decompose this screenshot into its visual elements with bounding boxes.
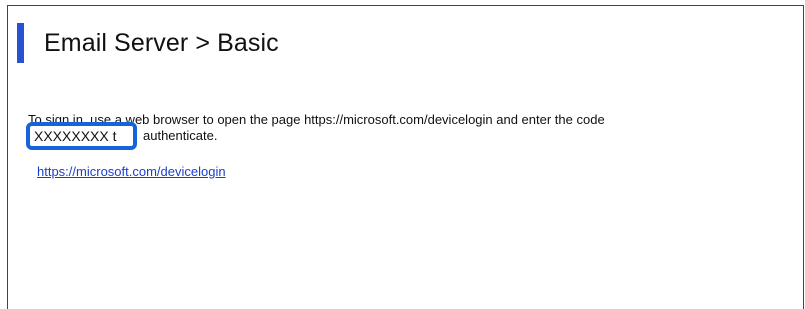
instructions-line-2: authenticate. xyxy=(143,128,218,143)
title-accent-bar xyxy=(17,23,24,63)
device-code-highlight: XXXXXXXX t xyxy=(26,122,137,150)
page-header: Email Server > Basic xyxy=(17,23,279,63)
device-code: XXXXXXXX t xyxy=(34,128,117,144)
devicelogin-link[interactable]: https://microsoft.com/devicelogin xyxy=(37,164,226,179)
page-title: Email Server > Basic xyxy=(44,28,279,57)
